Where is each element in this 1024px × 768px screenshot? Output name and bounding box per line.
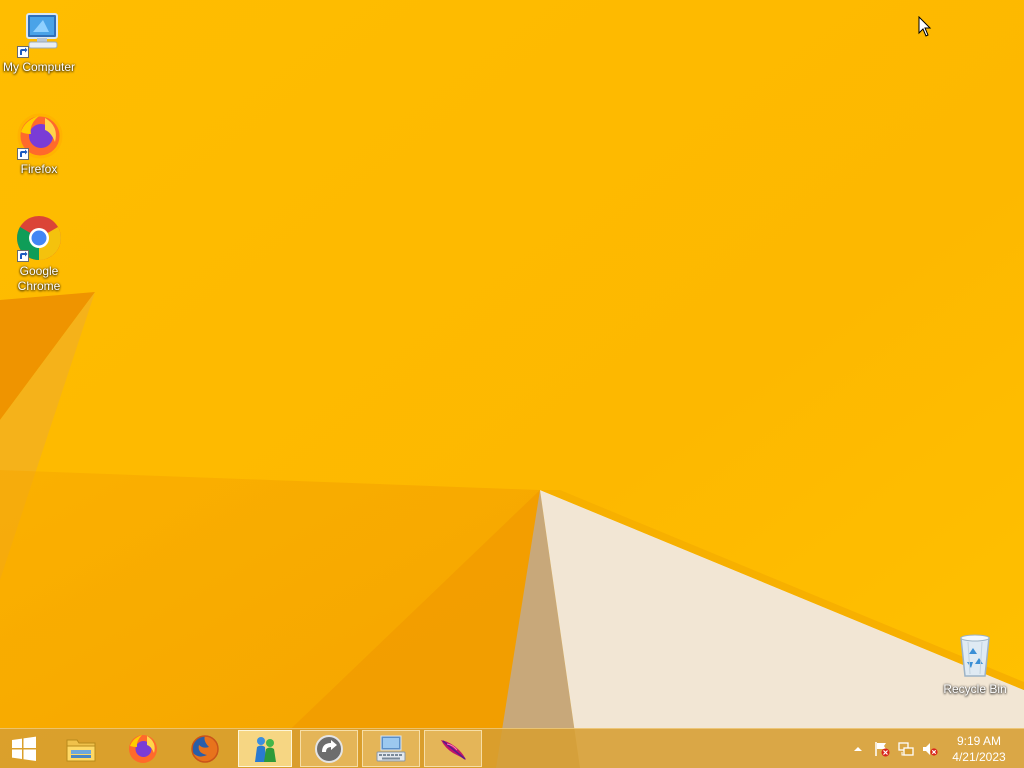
desktop-icon-my-computer[interactable]: My Computer [0,10,78,75]
mouse-pointer-icon [918,16,932,37]
file-explorer-icon [66,739,96,761]
desktop-icon-label: Google Chrome [17,264,61,293]
taskbar-firefox-legacy[interactable] [176,730,234,767]
desktop-icon-google-chrome[interactable]: Google Chrome [0,214,78,294]
taskbar-firefox[interactable] [114,730,172,767]
action-center-flag-icon[interactable] [874,741,890,757]
clock-time: 9:19 AM [956,734,1002,748]
show-hidden-icons-chevron-icon[interactable] [850,741,866,757]
volume-muted-icon[interactable] [922,741,938,757]
shortcut-arrow-icon [17,46,29,58]
taskbar-clock[interactable]: 9:19 AM 4/21/2023 [946,733,1012,765]
shortcut-arrow-icon [17,148,29,160]
network-icon[interactable] [898,741,914,757]
circular-arrow-icon [315,734,343,763]
firefox-legacy-icon [191,734,219,763]
computer-icon [15,10,63,58]
recycle-bin-icon [951,632,999,680]
taskbar: 9:19 AM 4/21/2023 [0,728,1024,768]
taskbar-messenger[interactable] [238,730,292,767]
desktop-icon-recycle-bin[interactable]: Recycle Bin [936,632,1014,697]
keyboard-computer-icon [376,735,406,761]
taskbar-keyboard-app[interactable] [362,730,420,767]
feather-icon [441,739,466,760]
shortcut-arrow-icon [17,250,29,262]
desktop-icon-label: Recycle Bin [943,682,1007,696]
desktop-icon-firefox[interactable]: Firefox [0,112,78,177]
chrome-icon [15,214,63,262]
firefox-icon [129,734,157,763]
taskbar-file-explorer[interactable] [52,730,110,767]
taskbar-circular-arrow-app[interactable] [300,730,358,767]
taskbar-feather-app[interactable] [424,730,482,767]
clock-date: 4/21/2023 [952,750,1006,764]
desktop-icon-label: My Computer [2,60,76,74]
firefox-icon [15,112,63,160]
start-button[interactable] [0,730,48,767]
messenger-people-icon [255,736,276,762]
windows-logo-icon [12,736,36,761]
desktop-icon-label: Firefox [20,162,58,176]
desktop-wallpaper [0,0,1024,768]
